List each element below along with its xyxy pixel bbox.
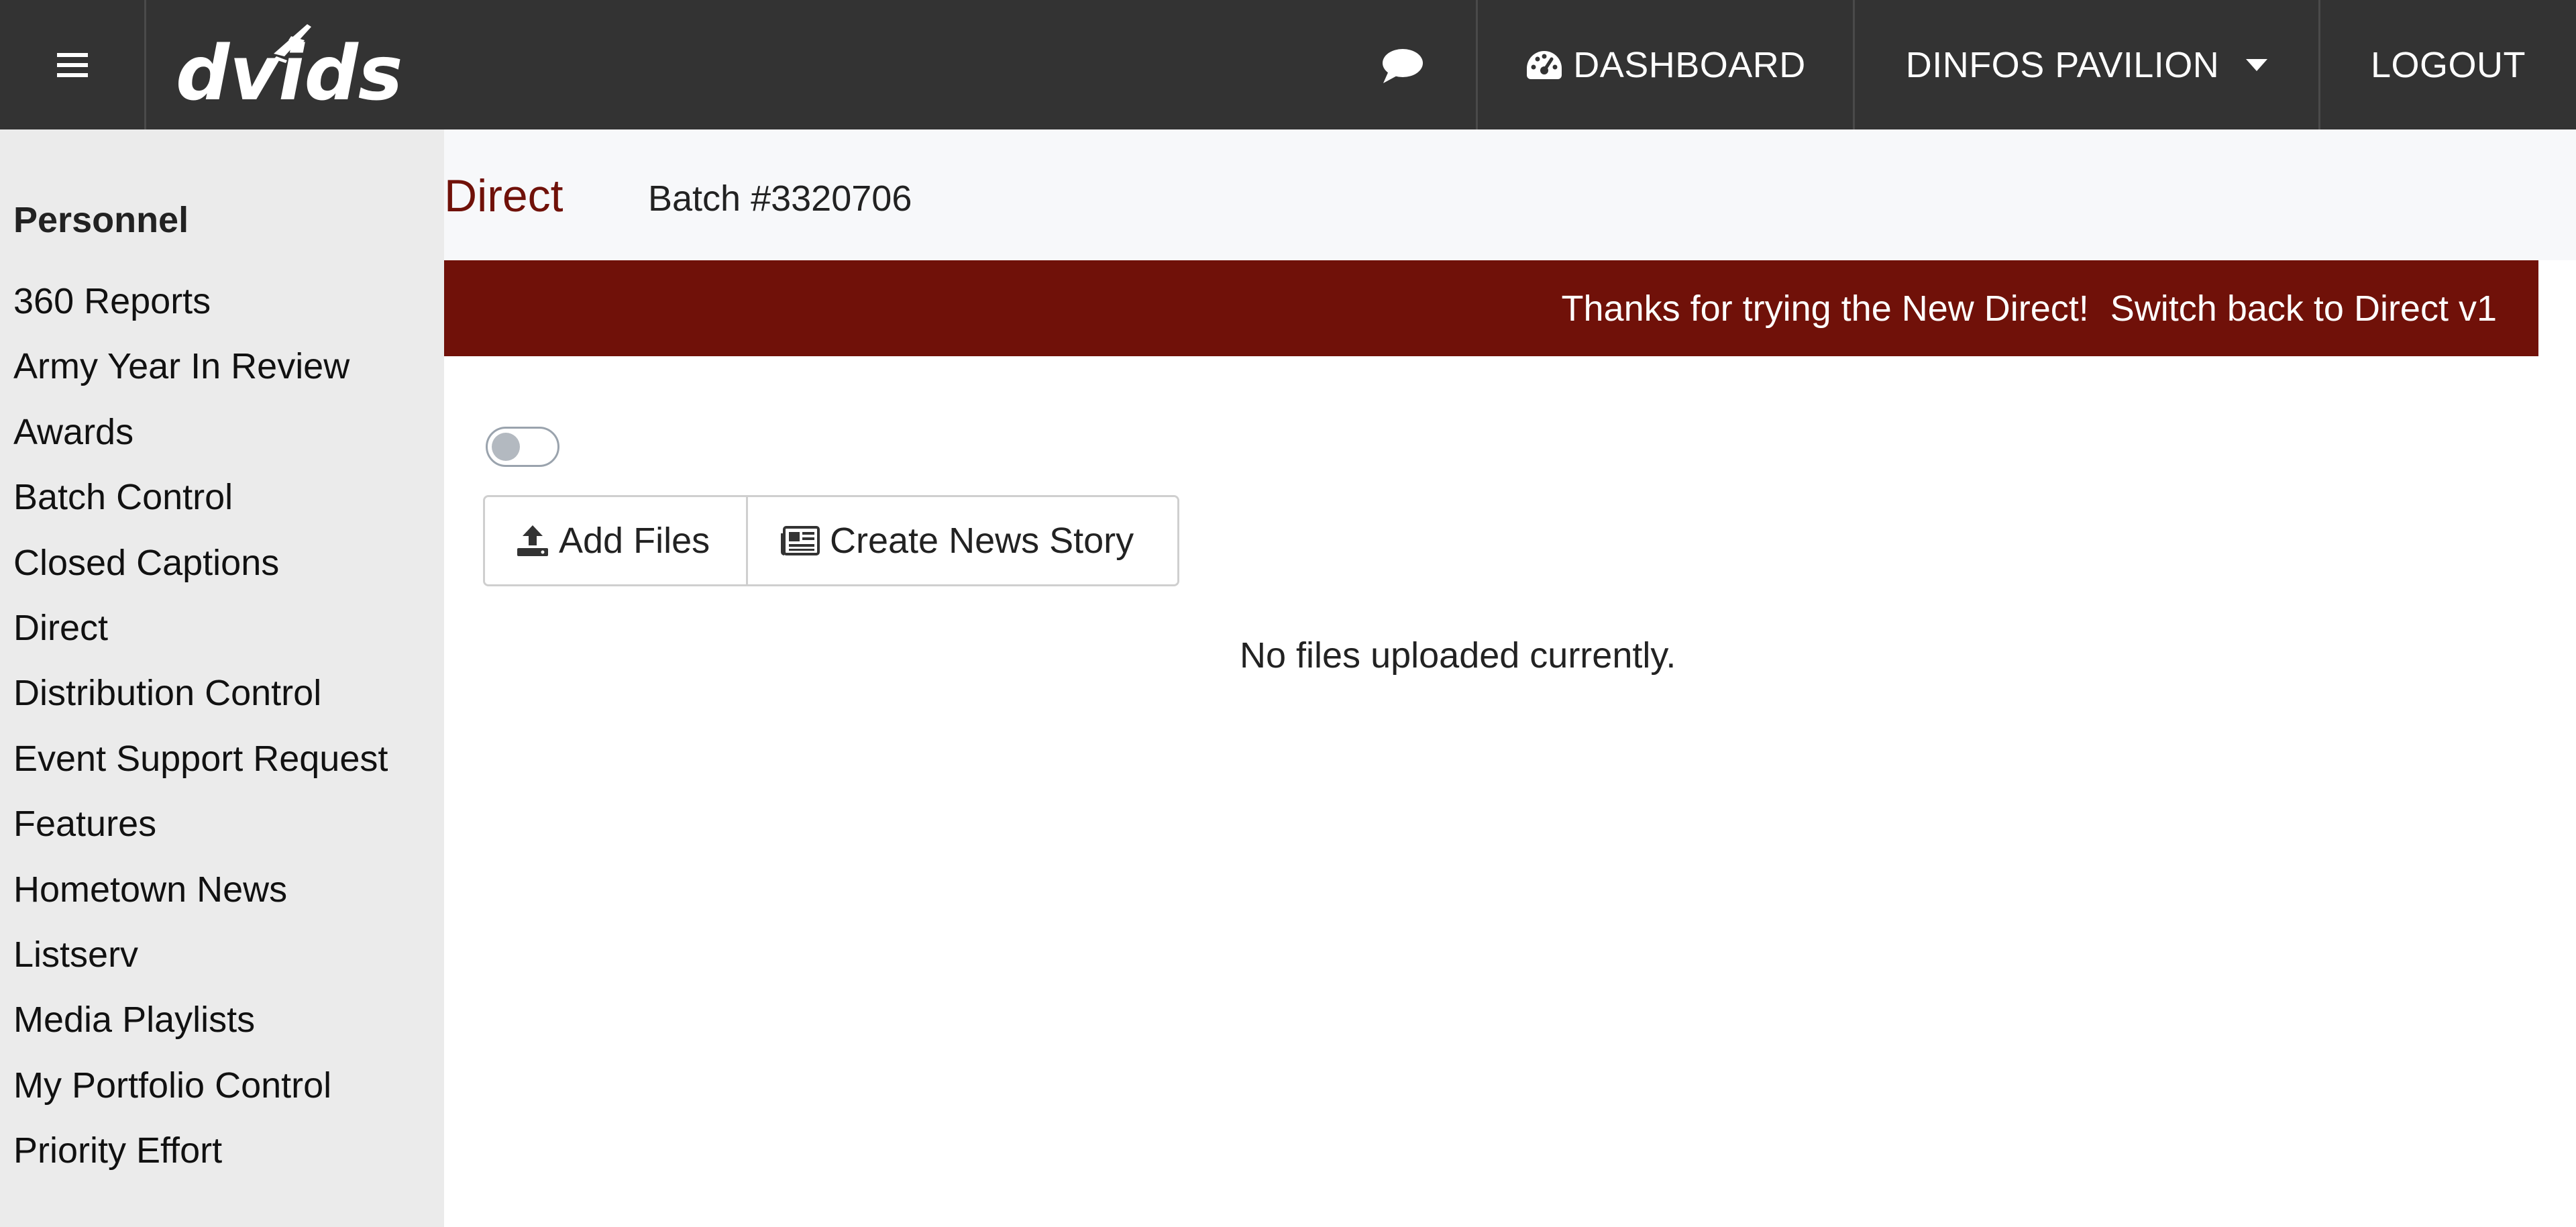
speedometer-icon xyxy=(1527,50,1562,79)
nav-pavilion-dropdown[interactable]: DINFOS PAVILION xyxy=(1853,0,2318,129)
sidebar-item-media-playlists[interactable]: Media Playlists xyxy=(13,988,388,1053)
action-button-group: Add Files Create News Story xyxy=(483,495,1179,586)
sidebar-item-hometown-news[interactable]: Hometown News xyxy=(13,857,388,922)
toggle-knob xyxy=(492,433,520,461)
sidebar-item-batch-control[interactable]: Batch Control xyxy=(13,465,388,530)
sidebar-item-my-portfolio-control[interactable]: My Portfolio Control xyxy=(13,1053,388,1118)
sidebar-item-awards[interactable]: Awards xyxy=(13,400,388,465)
sidebar-item-closed-captions[interactable]: Closed Captions xyxy=(13,531,388,596)
view-toggle-switch[interactable] xyxy=(486,427,559,467)
banner-message: Thanks for trying the New Direct! xyxy=(1561,288,2089,329)
upload-icon xyxy=(517,525,548,556)
top-navbar: dvids DASHBOARD DINFOS PAVILION LOGOUT xyxy=(0,0,2576,129)
nav-dashboard-link[interactable]: DASHBOARD xyxy=(1476,0,1853,129)
empty-files-message: No files uploaded currently. xyxy=(1240,635,1676,676)
create-news-story-button[interactable]: Create News Story xyxy=(748,497,1177,584)
batch-label: Batch #3320706 xyxy=(648,178,912,219)
sidebar-item-distribution-control[interactable]: Distribution Control xyxy=(13,661,388,726)
sidebar-list: 360 Reports Army Year In Review Awards B… xyxy=(13,269,388,1183)
nav-logout-link[interactable]: LOGOUT xyxy=(2318,0,2576,129)
hamburger-icon xyxy=(56,52,88,77)
page-title: Direct xyxy=(444,170,564,221)
sidebar-heading: Personnel xyxy=(13,200,189,240)
caret-down-icon xyxy=(2246,58,2268,71)
sidebar-item-features[interactable]: Features xyxy=(13,792,388,857)
add-files-label: Add Files xyxy=(559,521,710,561)
sidebar-item-360-reports[interactable]: 360 Reports xyxy=(13,269,388,334)
menu-toggle-button[interactable] xyxy=(0,0,146,129)
switch-back-link[interactable]: Switch back to Direct v1 xyxy=(2110,288,2497,329)
new-direct-banner: Thanks for trying the New Direct! Switch… xyxy=(444,260,2538,356)
dvids-logo[interactable]: dvids xyxy=(173,20,408,111)
add-files-button[interactable]: Add Files xyxy=(485,497,748,584)
chat-bubble-icon[interactable] xyxy=(1381,47,1425,85)
sidebar-item-listserv[interactable]: Listserv xyxy=(13,922,388,988)
sidebar-item-priority-effort[interactable]: Priority Effort xyxy=(13,1118,388,1183)
newspaper-icon xyxy=(781,526,820,555)
sidebar-item-army-year-in-review[interactable]: Army Year In Review xyxy=(13,334,388,399)
sidebar: Personnel 360 Reports Army Year In Revie… xyxy=(0,129,444,1227)
nav-dashboard-label: DASHBOARD xyxy=(1573,44,1806,85)
sidebar-item-event-support-request[interactable]: Event Support Request xyxy=(13,727,388,792)
create-news-story-label: Create News Story xyxy=(830,521,1134,561)
sidebar-item-direct[interactable]: Direct xyxy=(13,596,388,661)
nav-pavilion-label: DINFOS PAVILION xyxy=(1905,44,2220,85)
nav-logout-label: LOGOUT xyxy=(2370,44,2526,85)
page-header: Direct Batch #3320706 xyxy=(444,129,2576,260)
